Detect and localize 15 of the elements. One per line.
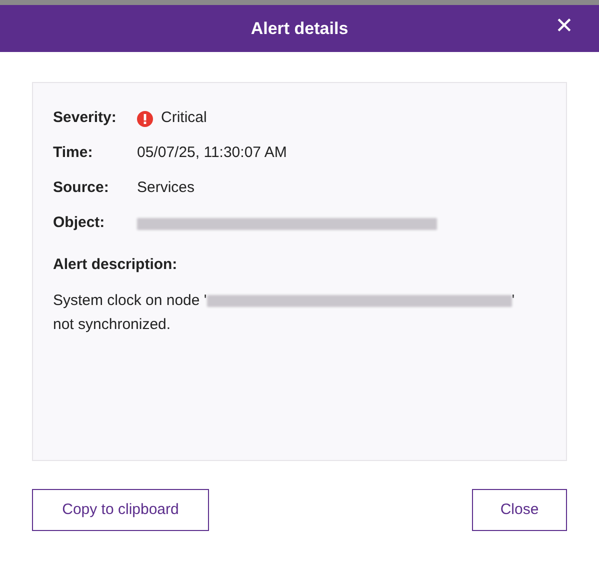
field-label: Object: [53, 213, 106, 234]
description-text: ' [512, 290, 515, 310]
field-label: Source: [53, 178, 110, 198]
close-button[interactable]: ✕ [551, 15, 577, 37]
field-label: Severity: [53, 108, 118, 128]
field-label: Time: [53, 143, 94, 164]
description-heading: Alert description: [53, 255, 178, 275]
field-value: Services [137, 178, 195, 198]
field-value: 05/07/25, 11:30:07 AM [137, 143, 287, 164]
field-value: Critical [161, 108, 207, 128]
description-text: System clock on node ' [53, 290, 207, 310]
copy-button[interactable]: Copy to clipboard [32, 489, 209, 531]
dialog-title: Alert details [250, 18, 348, 40]
description-text: not synchronized. [53, 314, 172, 334]
close-dialog-button[interactable]: Close [472, 489, 567, 531]
